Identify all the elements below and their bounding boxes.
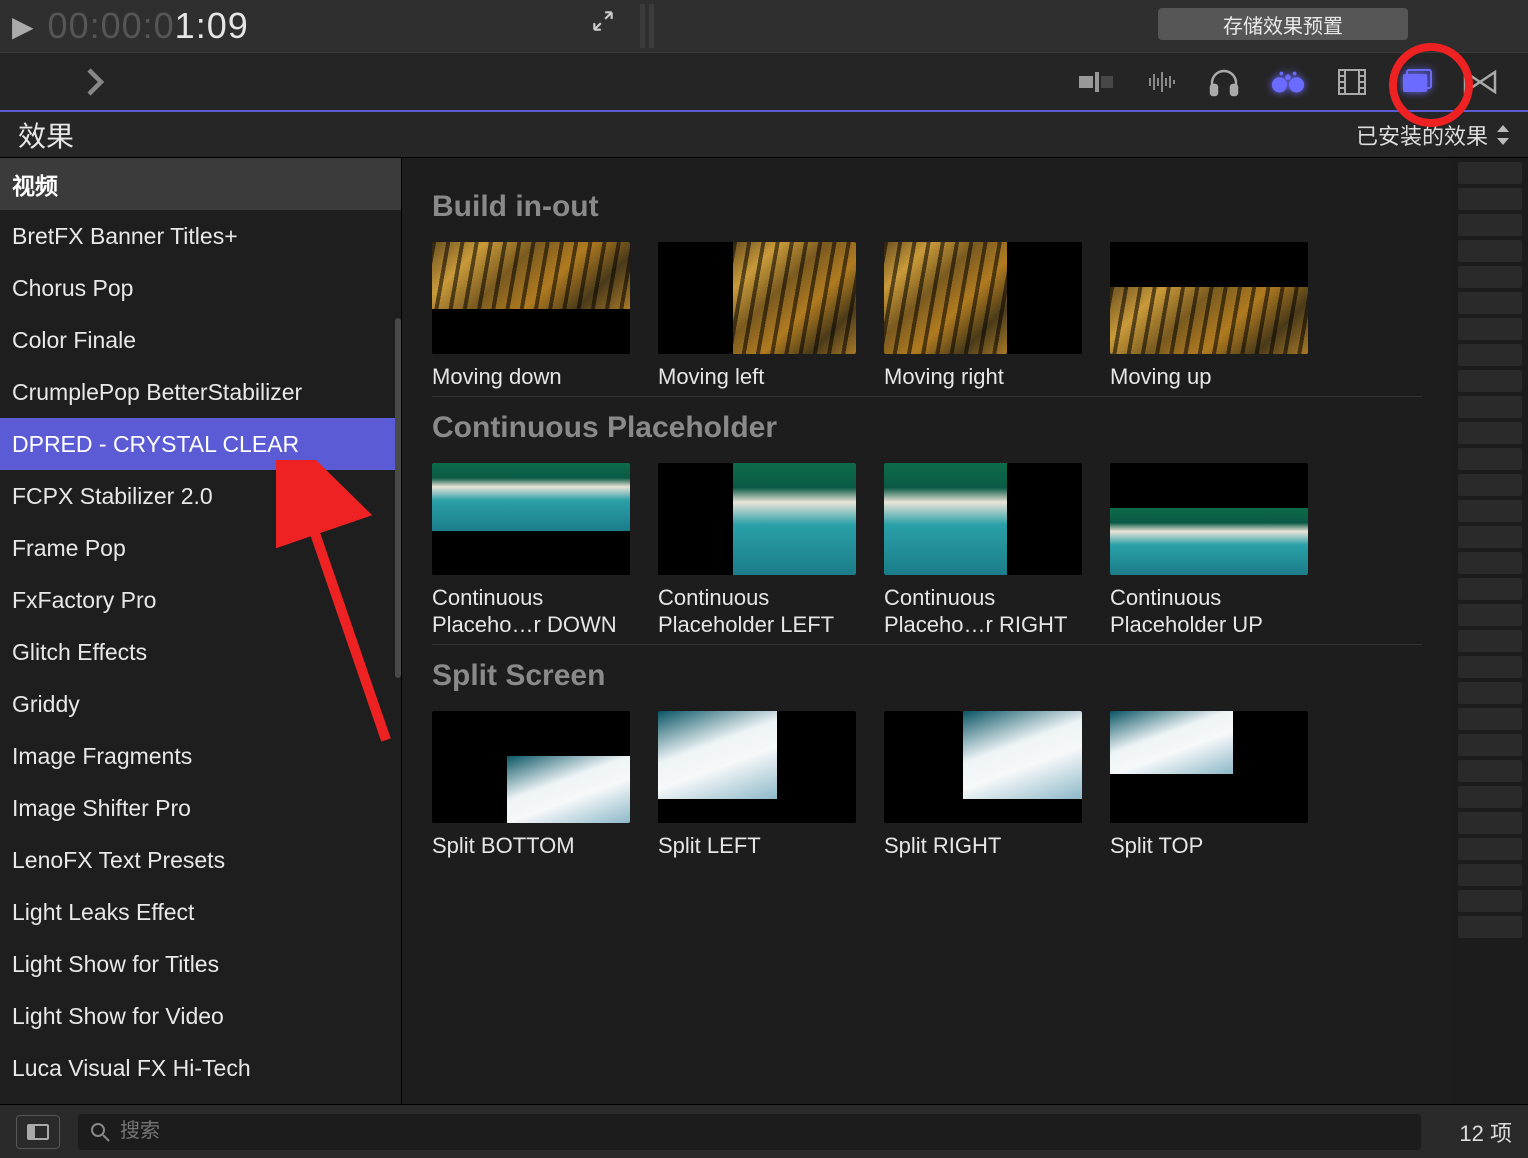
effect-label: Continuous Placeholder UP [1110, 585, 1308, 638]
effect-label: Split LEFT [658, 833, 856, 859]
footer-bar: 12 项 [0, 1104, 1528, 1158]
effect-thumbnail [884, 711, 1082, 823]
effect-tile[interactable]: Split RIGHT [884, 711, 1082, 859]
sidebar-item[interactable]: Image Shifter Pro [0, 782, 401, 834]
search-input[interactable] [120, 1120, 1409, 1143]
save-effect-preset-button[interactable]: 存储效果预置 [1158, 8, 1408, 40]
effect-label: Split RIGHT [884, 833, 1082, 859]
sidebar-item[interactable]: DPRED - CRYSTAL CLEAR [0, 418, 401, 470]
effect-tile[interactable]: Split BOTTOM [432, 711, 630, 859]
playback-bar: ▶ 00:00:01:09 存储效果预置 [0, 0, 1528, 52]
sidebar-item[interactable]: Chorus Pop [0, 262, 401, 314]
sidebar-item[interactable]: BretFX Banner Titles+ [0, 210, 401, 262]
effect-label: Continuous Placeho…r RIGHT [884, 585, 1082, 638]
sidebar-section-header: 视频 [0, 158, 401, 210]
search-icon [90, 1122, 110, 1142]
effect-tile[interactable]: Continuous Placeholder LEFT [658, 463, 856, 638]
search-field[interactable] [78, 1114, 1421, 1150]
secondary-toolbar [0, 52, 1528, 112]
play-button[interactable]: ▶ [12, 10, 34, 43]
film-icon[interactable] [1334, 64, 1370, 100]
effect-thumbnail [432, 711, 630, 823]
sidebar-item[interactable]: Light Show for Titles [0, 938, 401, 990]
sidebar-item[interactable]: FxFactory Pro [0, 574, 401, 626]
effect-thumbnail [432, 242, 630, 354]
timecode: 00:00:01:09 [48, 5, 249, 47]
effect-tile[interactable]: Moving left [658, 242, 856, 390]
effect-label: Moving down [432, 364, 630, 390]
effect-thumbnail [432, 463, 630, 575]
group-heading: Split Screen [432, 659, 1422, 693]
effect-tile[interactable]: Continuous Placeho…r RIGHT [884, 463, 1082, 638]
group-heading: Build in-out [432, 190, 1422, 224]
effect-thumbnail [1110, 711, 1308, 823]
sidebar-item[interactable]: Light Leaks Effect [0, 886, 401, 938]
effect-thumbnail [658, 463, 856, 575]
sidebar-item[interactable]: Light Show for Video [0, 990, 401, 1042]
effect-thumbnail [884, 463, 1082, 575]
effects-content[interactable]: Build in-outMoving downMoving leftMoving… [402, 158, 1452, 1104]
effect-tile[interactable]: Split TOP [1110, 711, 1308, 859]
divider [640, 4, 654, 48]
timecode-inactive: 00:00:0 [48, 5, 175, 46]
effect-tile[interactable]: Moving down [432, 242, 630, 390]
effect-label: Continuous Placeho…r DOWN [432, 585, 630, 638]
effect-tile[interactable]: Continuous Placeholder UP [1110, 463, 1308, 638]
layout-toggle-button[interactable] [16, 1115, 60, 1149]
waveform-icon[interactable] [1142, 64, 1178, 100]
effects-header: 效果 已安装的效果 [0, 112, 1528, 158]
levels-icon[interactable] [1078, 64, 1114, 100]
timeline-track-gutter [1452, 158, 1528, 1104]
timecode-active: 1:09 [175, 5, 249, 46]
tile-grid: Continuous Placeho…r DOWN Continuous Plac… [432, 463, 1422, 645]
effect-label: Continuous Placeholder LEFT [658, 585, 856, 638]
effects-browser-icon[interactable] [1398, 64, 1434, 100]
expand-icon[interactable] [590, 8, 616, 34]
effect-thumbnail [658, 711, 856, 823]
chevron-right-icon[interactable] [84, 67, 106, 97]
tile-grid: Split BOTTOM Split LEFT Split RIGHT Split T… [432, 711, 1422, 865]
effect-tile[interactable]: Split LEFT [658, 711, 856, 859]
color-wheels-icon[interactable] [1270, 64, 1306, 100]
effect-label: Split BOTTOM [432, 833, 630, 859]
item-count: 12 项 [1459, 1116, 1512, 1148]
effect-tile[interactable]: Moving up [1110, 242, 1308, 390]
effect-label: Moving up [1110, 364, 1308, 390]
effect-thumbnail [1110, 463, 1308, 575]
effect-label: Moving right [884, 364, 1082, 390]
sidebar-scrollbar[interactable] [395, 318, 401, 678]
effect-tile[interactable]: Continuous Placeho…r DOWN [432, 463, 630, 638]
effect-label: Moving left [658, 364, 856, 390]
headphones-icon[interactable] [1206, 64, 1242, 100]
sidebar-item[interactable]: Image Fragments [0, 730, 401, 782]
sidebar-item[interactable]: LenoFX Text Presets [0, 834, 401, 886]
effect-thumbnail [1110, 242, 1308, 354]
tile-grid: Moving down Moving left Moving right Moving… [432, 242, 1422, 397]
effects-filter-label: 已安装的效果 [1356, 119, 1488, 151]
effect-thumbnail [884, 242, 1082, 354]
bowtie-icon[interactable] [1462, 64, 1498, 100]
main-area: 视频 BretFX Banner Titles+Chorus PopColor … [0, 158, 1528, 1104]
effect-tile[interactable]: Moving right [884, 242, 1082, 390]
group-heading: Continuous Placeholder [432, 411, 1422, 445]
effect-thumbnail [658, 242, 856, 354]
sidebar-item[interactable]: Griddy [0, 678, 401, 730]
effects-filter-dropdown[interactable]: 已安装的效果 [1356, 119, 1510, 151]
sidebar-item[interactable]: Frame Pop [0, 522, 401, 574]
effect-label: Split TOP [1110, 833, 1308, 859]
sidebar-item[interactable]: FCPX Stabilizer 2.0 [0, 470, 401, 522]
effects-title: 效果 [18, 115, 74, 155]
sidebar-item[interactable]: CrumplePop BetterStabilizer [0, 366, 401, 418]
effects-sidebar[interactable]: 视频 BretFX Banner Titles+Chorus PopColor … [0, 158, 402, 1104]
sidebar-item[interactable]: Luca Visual FX Hi-Tech [0, 1042, 401, 1094]
sidebar-item[interactable]: Color Finale [0, 314, 401, 366]
inspector-toolbar [1078, 64, 1498, 100]
sidebar-item[interactable]: Glitch Effects [0, 626, 401, 678]
